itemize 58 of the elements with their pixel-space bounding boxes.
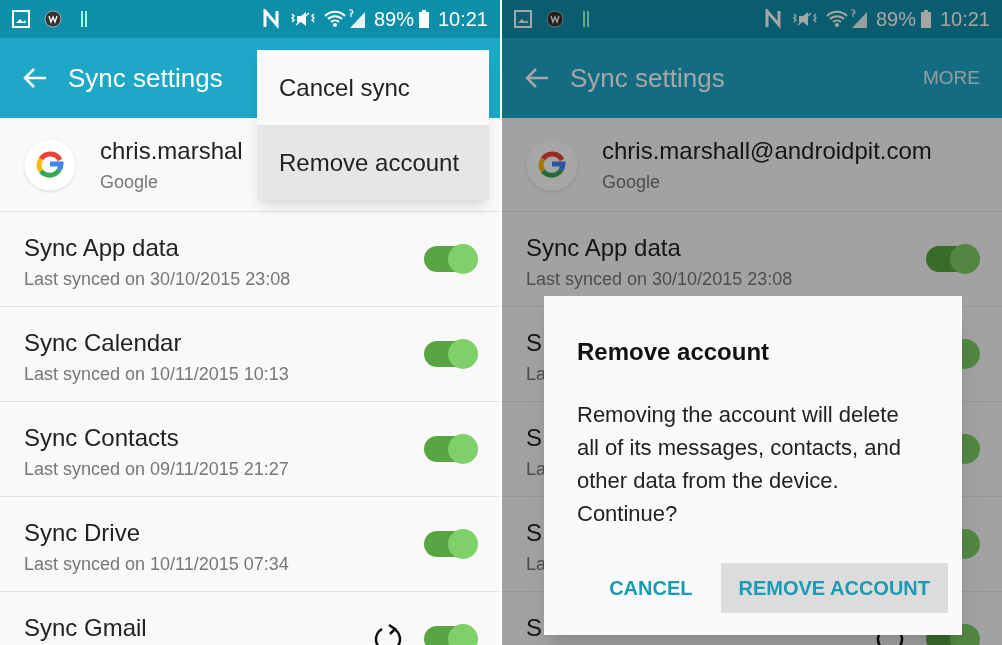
sync-item-title: S <box>526 329 542 357</box>
dialog-button[interactable]: CANCEL <box>591 563 711 613</box>
google-g-logo-icon <box>526 138 578 191</box>
battery-percent: 89% <box>373 7 414 32</box>
nfc-icon <box>261 9 282 29</box>
circle-logo-icon <box>44 10 62 28</box>
sync-item-subtitle: Last synced on 09/11/2015 21:27 <box>24 458 289 481</box>
gallery-icon <box>514 10 532 28</box>
battery-icon <box>919 9 932 29</box>
toggle-switch[interactable] <box>424 246 476 272</box>
toggle-switch[interactable] <box>424 626 476 645</box>
muted-vibrate-icon <box>791 10 818 28</box>
dialog-title: Remove account <box>577 337 771 367</box>
sync-item-title: Sync App data <box>526 234 681 262</box>
toggle-switch[interactable] <box>926 246 978 272</box>
screen-title: Sync settings <box>570 61 725 95</box>
battery-percent: 89% <box>875 7 916 32</box>
more-button[interactable]: MORE <box>923 63 980 93</box>
account-provider: Google <box>100 171 160 194</box>
back-button[interactable] <box>524 67 550 89</box>
sync-item-title: Sync Calendar <box>24 329 182 357</box>
gallery-icon <box>12 10 30 28</box>
nfc-icon <box>763 9 784 29</box>
wifi-icon <box>323 9 346 29</box>
sync-item-subtitle: Last synced on 30/10/2015 23:08 <box>24 268 291 291</box>
signal-icon <box>347 9 366 29</box>
sync-item-subtitle: Last synced on 10/11/2015 07:34 <box>24 553 289 576</box>
sync-item-title: Sync App data <box>24 234 179 262</box>
dialog-button[interactable]: REMOVE ACCOUNT <box>720 563 948 613</box>
dialog-message: Removing the account will delete all of its messages, contacts, and other data from the device. Continue? <box>577 401 903 528</box>
sync-item-title: Sync Gmail <box>24 614 147 642</box>
sync-item-subtitle: Last synced on 30/10/2015 23:08 <box>526 268 793 291</box>
sync-item-title: S <box>526 519 542 547</box>
sync-item-title: S <box>526 424 542 452</box>
pause-bars-icon <box>80 10 88 28</box>
sync-item-title: Sync Drive <box>24 519 141 547</box>
muted-vibrate-icon <box>289 10 316 28</box>
toggle-switch[interactable] <box>424 341 476 367</box>
toggle-switch[interactable] <box>424 436 476 462</box>
sync-item-title: S <box>526 614 542 642</box>
account-email: chris.marshall@androidpit.com <box>602 136 932 166</box>
battery-icon <box>417 9 430 29</box>
back-button[interactable] <box>22 67 48 89</box>
account-email: chris.marshal <box>100 136 243 166</box>
wifi-icon <box>825 9 848 29</box>
toggle-switch[interactable] <box>424 531 476 557</box>
circle-logo-icon <box>546 10 564 28</box>
clock: 10:21 <box>437 7 488 32</box>
sync-item-subtitle: Last synced on 10/11/2015 10:13 <box>24 363 289 386</box>
screen-title: Sync settings <box>68 61 223 95</box>
menu-item[interactable]: Remove account <box>257 125 489 200</box>
menu-item[interactable]: Cancel sync <box>257 50 489 125</box>
pause-bars-icon <box>582 10 590 28</box>
account-provider: Google <box>602 171 662 194</box>
sync-item-title: Sync Contacts <box>24 424 179 452</box>
signal-icon <box>849 9 868 29</box>
clock: 10:21 <box>939 7 990 32</box>
google-g-logo-icon <box>24 138 76 191</box>
